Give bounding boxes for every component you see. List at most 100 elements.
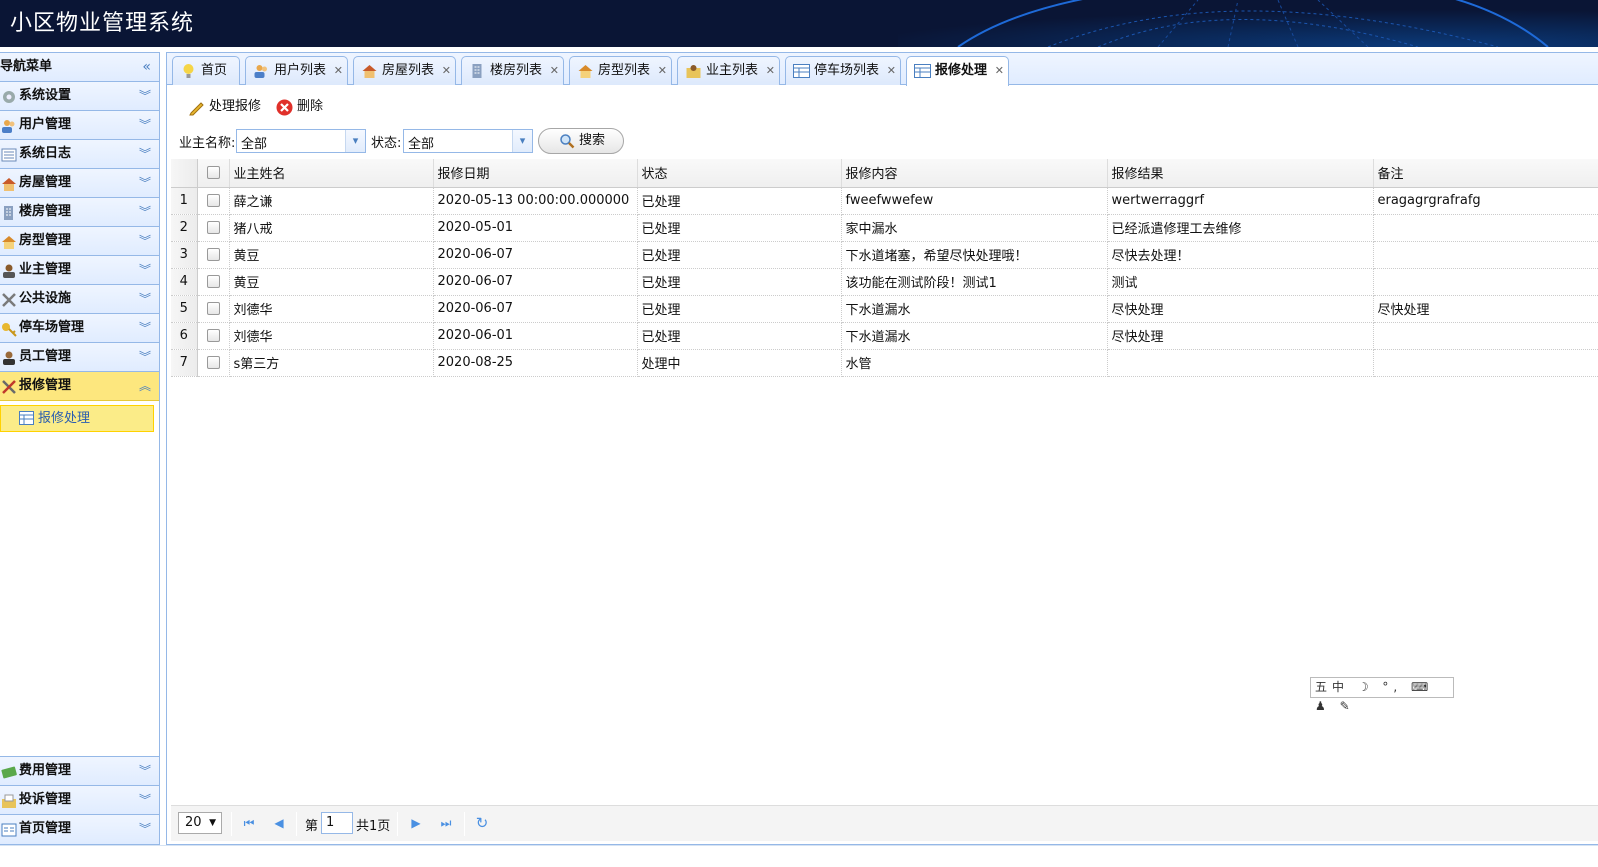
staff-icon [3, 351, 15, 365]
close-icon[interactable]: ✕ [995, 57, 1004, 84]
refresh-icon[interactable]: ↻ [474, 815, 490, 831]
tab-owner-list[interactable]: 业主列表 ✕ [677, 56, 780, 85]
cell-remark [1373, 241, 1598, 269]
row-checkbox[interactable] [206, 194, 220, 207]
last-page-icon[interactable]: ⏭ [438, 815, 454, 831]
sidebar-subitem-repair-handling[interactable]: 报修处理 [0, 405, 154, 432]
main-panel: 首页 用户列表 ✕ 房屋列表 ✕ 楼房列表 ✕ 房型列表 ✕ 业主列表 ✕ 停车… [166, 52, 1598, 845]
table-row[interactable]: 2 猪八戒 2020-05-01 已处理 家中漏水 已经派遣修理工去维修 [171, 214, 1598, 242]
cell-repair-result: 尽快去处理！ [1107, 241, 1374, 269]
gear-icon [3, 91, 15, 103]
double-chevron-down-icon: ︾ [138, 176, 151, 190]
tab-user-list[interactable]: 用户列表 ✕ [245, 56, 348, 85]
row-checkbox[interactable] [206, 248, 220, 261]
page-size-select[interactable]: 20 ▼ [178, 812, 222, 834]
tab-parking-list[interactable]: 停车场列表 ✕ [785, 56, 901, 85]
row-checkbox[interactable] [206, 275, 220, 288]
complaint-icon [2, 794, 16, 808]
sidebar-item-owner-management[interactable]: 业主管理 ︾ [0, 256, 159, 285]
house-icon [362, 65, 377, 78]
sidebar-subitem-label: 报修处理 [38, 411, 91, 426]
sidebar-item-system-settings[interactable]: 系统设置 ︾ [0, 82, 159, 111]
handle-repair-button[interactable]: 处理报修 [185, 95, 261, 119]
table-row[interactable]: 5 刘德华 2020-06-07 已处理 下水道漏水 尽快处理 尽快处理 [171, 295, 1598, 323]
tab-repair-handling[interactable]: 报修处理 ✕ [906, 56, 1009, 86]
double-chevron-down-icon: ︾ [138, 764, 151, 778]
table-row[interactable]: 1 薛之谦 2020-05-13 00:00:00.000000 已处理 fweefww… [171, 187, 1598, 215]
sidebar-item-parking-management[interactable]: 停车场管理 ︾ [0, 314, 159, 343]
cell-repair-content: 下水道堵塞，希望尽快处理哦！ [841, 241, 1108, 269]
key-icon [2, 323, 17, 337]
table-row[interactable]: 6 刘德华 2020-06-01 已处理 下水道漏水 尽快处理 [171, 322, 1598, 350]
double-chevron-down-icon: ︾ [138, 234, 151, 248]
sidebar-item-building-management[interactable]: 楼房管理 ︾ [0, 198, 159, 227]
cell-status: 处理中 [637, 349, 842, 377]
sidebar-item-label: 房屋管理 [19, 175, 72, 190]
handle-repair-label: 处理报修 [209, 99, 262, 114]
row-select-cell [197, 214, 230, 242]
column-header-repair-content[interactable]: 报修内容 [841, 159, 1108, 188]
sidebar-item-fee-management[interactable]: 费用管理 ︾ [0, 757, 159, 786]
tab-house-type-list[interactable]: 房型列表 ✕ [569, 56, 672, 85]
close-icon[interactable]: ✕ [442, 57, 451, 84]
close-icon[interactable]: ✕ [766, 57, 775, 84]
table-icon [19, 411, 34, 425]
table-row[interactable]: 4 黄豆 2020-06-07 已处理 该功能在测试阶段！测试1 测试 [171, 268, 1598, 296]
sidebar-item-complaint-management[interactable]: 投诉管理 ︾ [0, 786, 159, 815]
row-checkbox[interactable] [206, 221, 220, 234]
sidebar-item-house-management[interactable]: 房屋管理 ︾ [0, 169, 159, 198]
row-checkbox[interactable] [206, 329, 220, 342]
close-icon[interactable]: ✕ [334, 57, 343, 84]
status-select[interactable]: 全部 ▾ [403, 129, 533, 153]
close-icon[interactable]: ✕ [550, 57, 559, 84]
tab-home[interactable]: 首页 [172, 56, 240, 85]
users-icon [254, 65, 267, 78]
row-checkbox[interactable] [206, 356, 220, 369]
status-value: 全部 [408, 137, 435, 152]
column-header-owner-name[interactable]: 业主姓名 [229, 159, 434, 188]
cell-remark: 尽快处理 [1373, 295, 1598, 323]
column-header-repair-date[interactable]: 报修日期 [433, 159, 638, 188]
sidebar-header: 导航菜单 « [0, 53, 159, 82]
delete-button[interactable]: 删除 [273, 95, 323, 119]
tab-house-list[interactable]: 房屋列表 ✕ [353, 56, 456, 85]
close-icon[interactable]: ✕ [887, 57, 896, 84]
sidebar-item-system-log[interactable]: 系统日志 ︾ [0, 140, 159, 169]
double-chevron-down-icon: ︾ [138, 350, 151, 364]
cell-repair-date: 2020-06-07 [433, 241, 638, 269]
cell-repair-content: 下水道漏水 [841, 295, 1108, 323]
column-header-repair-result[interactable]: 报修结果 [1107, 159, 1374, 188]
double-chevron-left-icon[interactable]: « [142, 53, 151, 81]
select-all-checkbox[interactable] [206, 166, 220, 180]
sidebar-bottom-group: 费用管理 ︾ 投诉管理 ︾ 首页管理 ︾ [0, 756, 159, 844]
search-button[interactable]: 搜索 [538, 128, 624, 154]
table-row[interactable]: 7 s第三方 2020-08-25 处理中 水管 [171, 349, 1598, 377]
table-row[interactable]: 3 黄豆 2020-06-07 已处理 下水道堵塞，希望尽快处理哦！ 尽快去处理！ [171, 241, 1598, 269]
page-number-input[interactable]: 1 [321, 812, 353, 834]
owner-name-select[interactable]: 全部 ▾ [236, 129, 366, 153]
prev-page-icon[interactable]: ◀ [271, 815, 287, 831]
tab-label: 用户列表 [274, 63, 327, 78]
sidebar-item-repair-management[interactable]: 报修管理 ︽ [0, 372, 159, 401]
bottom-strip [0, 845, 1598, 867]
owner-name-value: 全部 [241, 137, 268, 152]
row-checkbox[interactable] [206, 302, 220, 315]
tab-building-list[interactable]: 楼房列表 ✕ [461, 56, 564, 85]
cell-repair-content: 该功能在测试阶段！测试1 [841, 268, 1108, 296]
first-page-icon[interactable]: ⏮ [241, 815, 257, 831]
chevron-down-icon[interactable]: ▾ [512, 130, 532, 152]
chevron-down-icon[interactable]: ▾ [345, 130, 365, 152]
log-icon [1, 148, 17, 162]
next-page-icon[interactable]: ▶ [408, 815, 424, 831]
sidebar-item-user-management[interactable]: 用户管理 ︾ [0, 111, 159, 140]
cell-status: 已处理 [637, 214, 842, 242]
sidebar-item-house-type-management[interactable]: 房型管理 ︾ [0, 227, 159, 256]
sidebar-item-staff-management[interactable]: 员工管理 ︾ [0, 343, 159, 372]
column-header-status[interactable]: 状态 [637, 159, 842, 188]
column-header-remark[interactable]: 备注 [1373, 159, 1598, 188]
ime-toolbar[interactable]: 五中 ☽ °, ⌨ ♟ ✎ [1310, 677, 1454, 713]
sidebar-item-public-facilities[interactable]: 公共设施 ︾ [0, 285, 159, 314]
app-header: 小区物业管理系统 [0, 0, 1598, 47]
close-icon[interactable]: ✕ [658, 57, 667, 84]
sidebar-item-homepage-management[interactable]: 首页管理 ︾ [0, 815, 159, 844]
